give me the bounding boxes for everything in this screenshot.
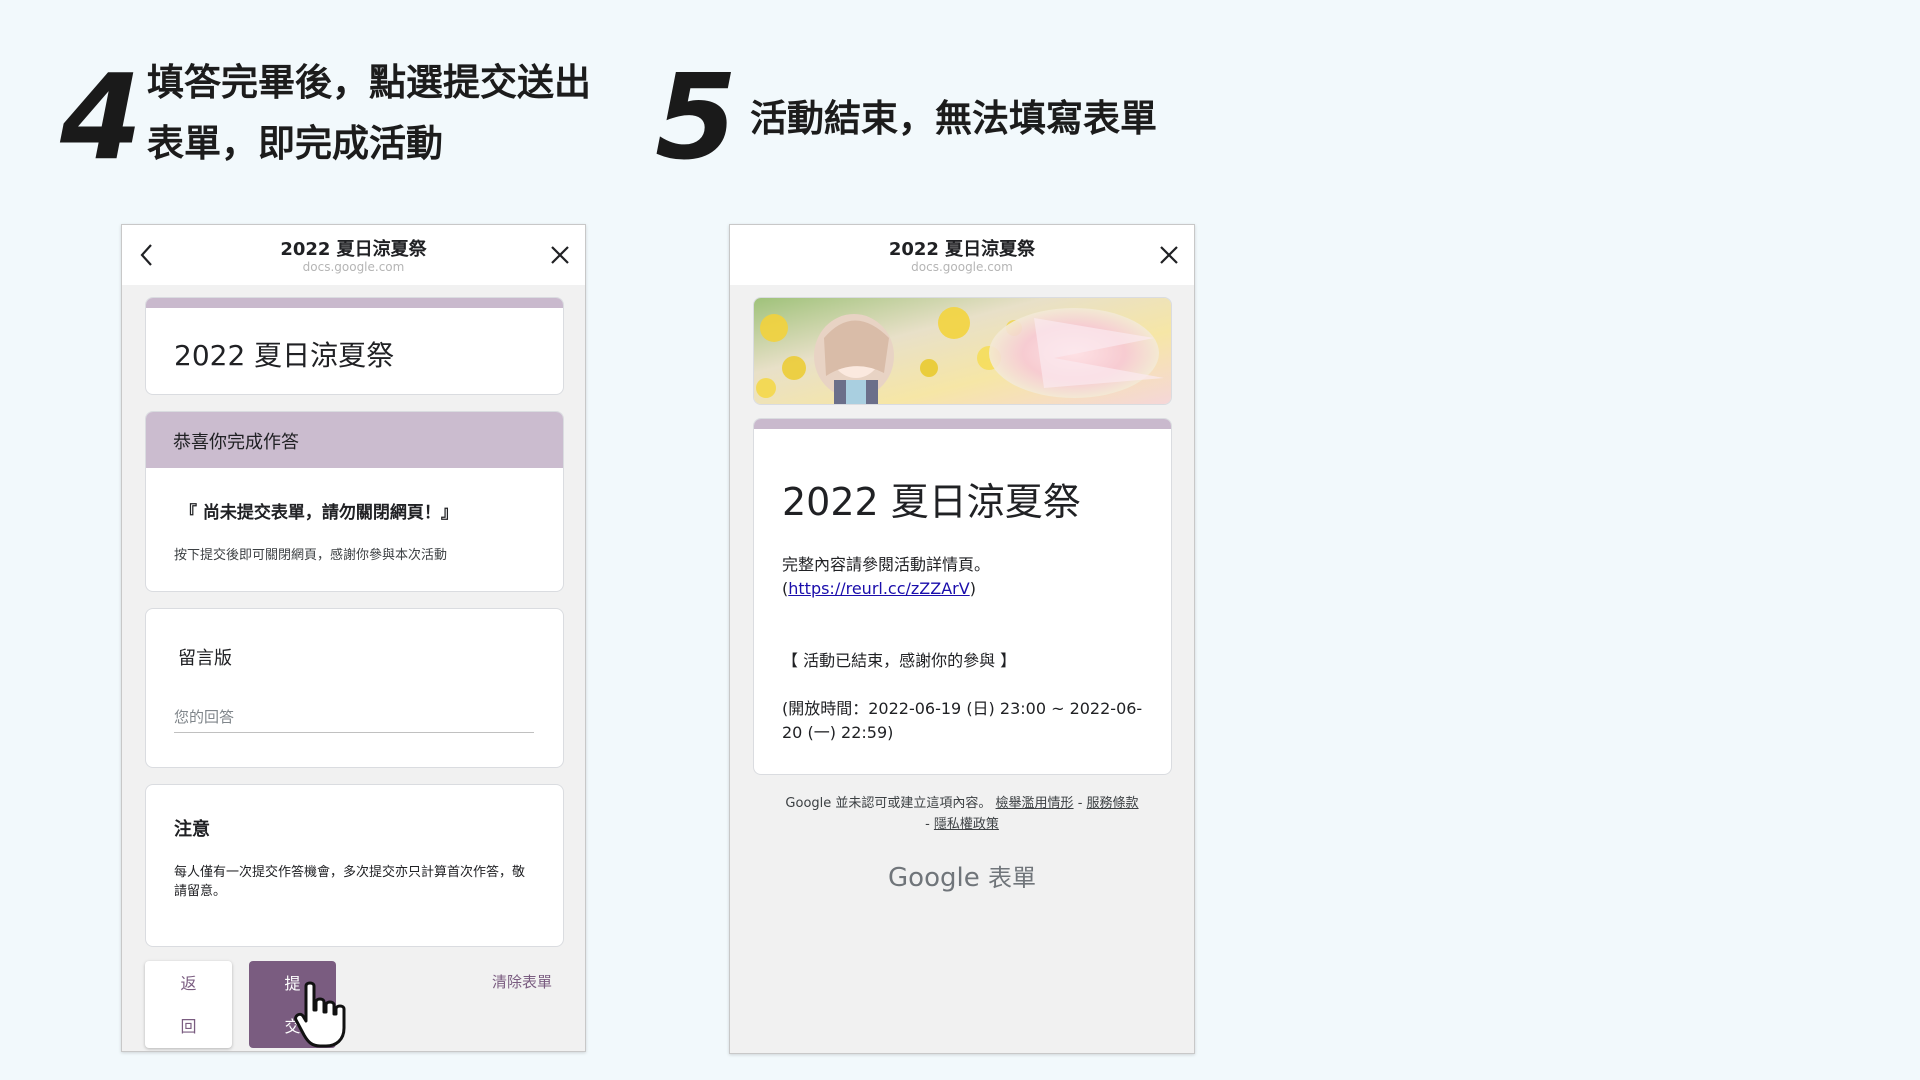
privacy-link[interactable]: 隱私權政策 — [934, 817, 999, 832]
right-phone-screen: 2022 夏日涼夏祭 docs.google.com 2022 夏日涼夏祭 完整… — [729, 224, 1195, 1054]
browser-url: docs.google.com — [911, 260, 1013, 274]
notice-title: 注意 — [174, 819, 210, 840]
browser-header: 2022 夏日涼夏祭 docs.google.com — [122, 225, 585, 285]
browser-title: 2022 夏日涼夏祭 — [280, 239, 427, 260]
google-wordmark: Google — [888, 863, 980, 893]
forms-wordmark: 表單 — [987, 864, 1036, 892]
form-info-card: 2022 夏日涼夏祭 完整內容請參閱活動詳情頁。 (https://reurl.… — [753, 418, 1172, 775]
back-button-label-2: 回 — [180, 1016, 197, 1036]
close-icon[interactable] — [547, 242, 573, 268]
section-card: 恭喜你完成作答 『 尚未提交表單，請勿關閉網頁！』 按下提交後即可關閉網頁，感謝… — [145, 411, 564, 592]
answer-input[interactable] — [174, 701, 534, 733]
step-4-caption-line2: 表單，即完成活動 — [147, 122, 443, 165]
section-description: 按下提交後即可關閉網頁，感謝你參與本次活動 — [174, 548, 448, 563]
back-button-label-1: 返 — [180, 973, 197, 993]
open-time-line-2: 20 (一) 22:59) — [782, 723, 894, 742]
step-5-number: 5 — [655, 48, 738, 186]
browser-url: docs.google.com — [302, 260, 405, 274]
browser-header: 2022 夏日涼夏祭 docs.google.com — [730, 225, 1194, 285]
google-forms-logo: Google 表單 — [730, 858, 1194, 893]
form-title: 2022 夏日涼夏祭 — [174, 339, 395, 372]
detail-text: 完整內容請參閱活動詳情頁。 — [782, 555, 991, 574]
report-abuse-link[interactable]: 檢舉濫用情形 — [996, 796, 1074, 811]
google-disclaimer: Google 並未認可或建立這項內容。 檢舉濫用情形 - 服務條款 - 隱私權政… — [760, 793, 1164, 835]
card-accent-bar — [146, 298, 563, 308]
browser-title: 2022 夏日涼夏祭 — [888, 239, 1036, 260]
comment-question-card: 留言版 — [145, 608, 564, 768]
submit-warning: 『 尚未提交表單，請勿關閉網頁！』 — [180, 503, 458, 523]
step-4-caption-line1: 填答完畢後，點選提交送出 — [147, 61, 591, 104]
section-header: 恭喜你完成作答 — [146, 412, 563, 468]
form-title: 2022 夏日涼夏祭 — [782, 480, 1081, 524]
step-4-number: 4 — [60, 48, 143, 186]
footer-separator: - — [925, 817, 930, 832]
question-label: 留言版 — [178, 648, 232, 669]
form-title-card: 2022 夏日涼夏祭 — [145, 297, 564, 395]
link-paren-close: ) — [969, 579, 976, 598]
ended-message: 【 活動已結束，感謝你的參與 】 — [782, 651, 1017, 670]
close-icon[interactable] — [1156, 242, 1182, 268]
notice-body: 每人僅有一次提交作答機會，多次提交亦只計算首次作答，敬請留意。 — [174, 865, 526, 899]
pointer-hand-icon — [294, 981, 346, 1048]
left-phone-screen: 2022 夏日涼夏祭 docs.google.com 2022 夏日涼夏祭 恭喜… — [121, 224, 586, 1052]
step-4-caption: 填答完畢後，點選提交送出 表單，即完成活動 — [147, 52, 591, 174]
open-time-line-1: (開放時間：2022-06-19 (日) 23:00 ~ 2022-06- — [782, 699, 1143, 718]
event-detail-link[interactable]: https://reurl.cc/zZZArV — [788, 579, 969, 598]
back-button[interactable]: 返 回 — [145, 961, 232, 1048]
footer-separator: - — [1077, 796, 1083, 811]
step-5-caption: 活動結束，無法填寫表單 — [750, 97, 1157, 140]
detail-link-line: (https://reurl.cc/zZZArV) — [782, 577, 976, 601]
header-banner-image — [753, 297, 1172, 405]
clear-form-button[interactable]: 清除表單 — [492, 971, 552, 992]
disclaimer-text: Google 並未認可或建立這項內容。 — [785, 796, 992, 811]
section-heading: 恭喜你完成作答 — [173, 432, 299, 453]
notice-card: 注意 每人僅有一次提交作答機會，多次提交亦只計算首次作答，敬請留意。 — [145, 784, 564, 947]
terms-link[interactable]: 服務條款 — [1087, 796, 1139, 811]
card-accent-bar — [754, 419, 1171, 429]
